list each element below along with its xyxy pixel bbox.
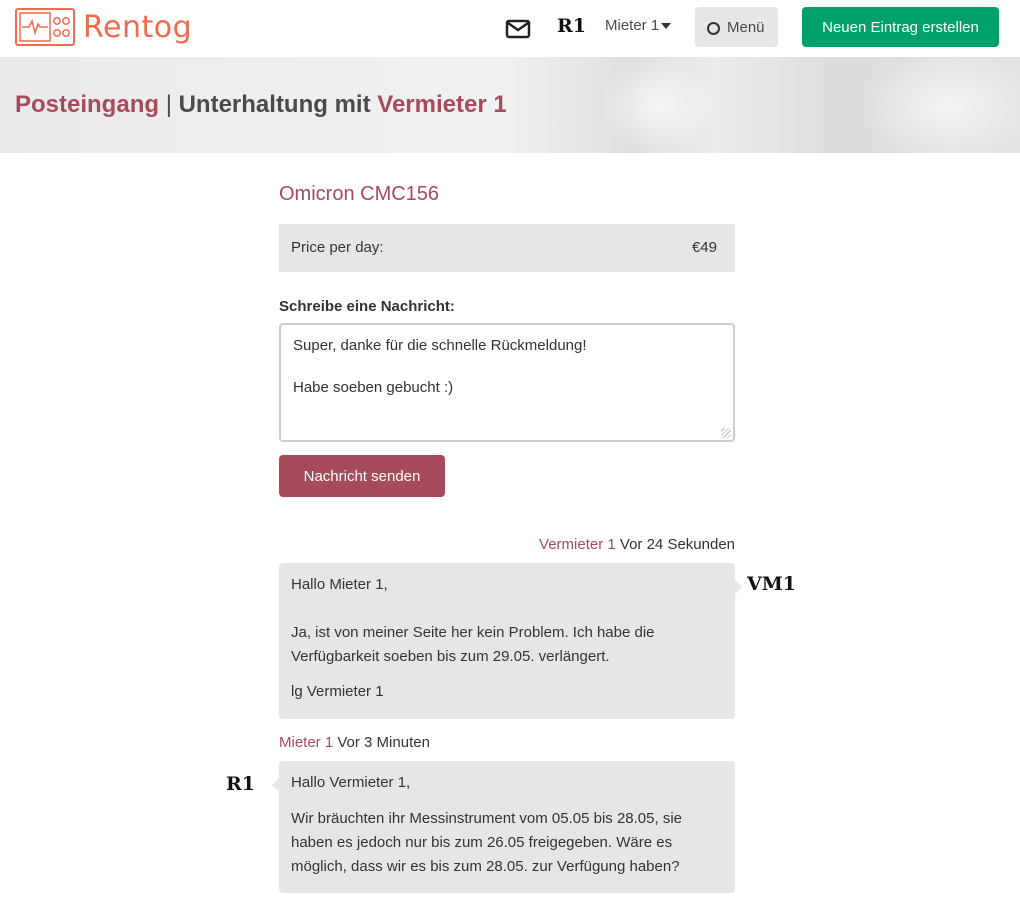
top-navigation-bar: Rentog R1 Mieter 1 Menü Neuen Eintrag er… — [0, 0, 1020, 57]
message-time: Vor 3 Minuten — [337, 734, 430, 751]
message-bubble: Hallo Mieter 1, Ja, ist von meiner Seite… — [279, 563, 742, 719]
price-box: Price per day: €49 — [279, 224, 735, 272]
message-time: Vor 24 Sekunden — [619, 536, 735, 553]
message-meta: Vermieter 1 Vor 24 Sekunden — [539, 536, 735, 553]
message-author-link[interactable]: Vermieter 1 — [539, 536, 616, 553]
price-label: Price per day: — [291, 239, 384, 256]
message-text: Hallo Mieter 1, — [291, 576, 388, 593]
title-separator: | — [165, 91, 172, 118]
logo[interactable]: Rentog — [15, 8, 192, 46]
page-banner: Posteingang | Unterhaltung mit Vermieter… — [0, 57, 1020, 153]
inbox-link[interactable]: Posteingang — [15, 91, 159, 118]
message-text: lg Vermieter 1 — [291, 683, 384, 700]
logo-text: Rentog — [83, 9, 193, 45]
create-listing-button[interactable]: Neuen Eintrag erstellen — [802, 7, 999, 47]
partner-name-link[interactable]: Vermieter 1 — [377, 91, 506, 118]
message-meta: Mieter 1 Vor 3 Minuten — [279, 734, 430, 751]
sender-avatar[interactable]: VM1 — [747, 573, 796, 595]
message-text: Ja, ist von meiner Seite her kein Proble… — [291, 624, 655, 665]
message-line: Super, danke für die schnelle Rückmeldun… — [293, 337, 587, 354]
user-avatar[interactable]: R1 — [557, 15, 586, 37]
message-text: Wir bräuchten ihr Messinstrument vom 05.… — [291, 810, 683, 875]
caret-down-icon — [661, 23, 672, 30]
page-title: Posteingang | Unterhaltung mit Vermieter… — [15, 91, 507, 119]
user-menu-dropdown[interactable]: Mieter 1 — [605, 17, 672, 34]
message-bubble: Hallo Vermieter 1, Wir bräuchten ihr Mes… — [272, 761, 735, 893]
conversation-prefix: Unterhaltung mit — [178, 91, 371, 118]
message-input-label: Schreibe eine Nachricht: — [279, 298, 455, 315]
monitor-pulse-icon — [15, 8, 75, 46]
message-text: Hallo Vermieter 1, — [291, 774, 411, 791]
sender-avatar[interactable]: R1 — [226, 773, 255, 795]
menu-label: Menü — [727, 18, 765, 36]
listing-title[interactable]: Omicron CMC156 — [279, 183, 439, 206]
envelope-icon[interactable] — [505, 18, 531, 40]
menu-button[interactable]: Menü — [695, 7, 778, 47]
send-message-button[interactable]: Nachricht senden — [279, 455, 445, 497]
resize-handle-icon[interactable] — [721, 428, 731, 438]
message-author-link[interactable]: Mieter 1 — [279, 734, 333, 751]
circle-icon — [707, 22, 720, 35]
message-line: Habe soeben gebucht :) — [293, 379, 454, 396]
price-value: €49 — [691, 239, 717, 256]
user-name: Mieter 1 — [605, 17, 660, 34]
message-input[interactable]: Super, danke für die schnelle Rückmeldun… — [279, 323, 735, 442]
